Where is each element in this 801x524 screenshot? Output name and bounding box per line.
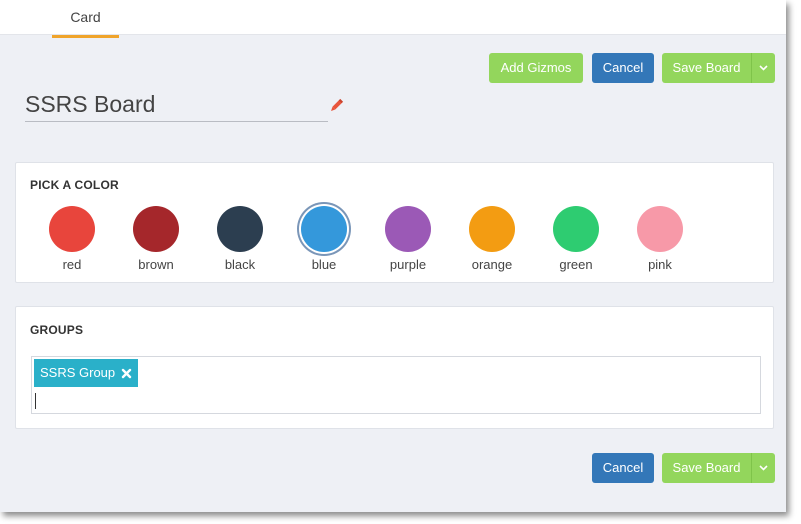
cancel-button[interactable]: Cancel: [592, 53, 654, 83]
color-swatch-label: red: [62, 257, 82, 272]
color-swatch-brown[interactable]: [133, 206, 179, 252]
tab-bar: Card: [0, 0, 786, 38]
footer-save-board-button[interactable]: Save Board: [662, 453, 751, 483]
color-swatch-purple[interactable]: [385, 206, 431, 252]
color-swatch-pink[interactable]: [637, 206, 683, 252]
group-tag-label: SSRS Group: [40, 365, 116, 380]
color-swatch-label: blue: [311, 257, 337, 272]
footer-save-board-split-button: Save Board: [662, 453, 775, 483]
save-options-dropdown[interactable]: [751, 53, 775, 83]
color-swatch-label: black: [224, 257, 256, 272]
color-swatch-blue[interactable]: [301, 206, 347, 252]
pencil-icon[interactable]: [328, 98, 344, 114]
chevron-down-icon: [759, 65, 768, 71]
color-swatch-label: purple: [389, 257, 427, 272]
color-swatch-orange[interactable]: [469, 206, 515, 252]
save-board-button[interactable]: Save Board: [662, 53, 751, 83]
close-icon[interactable]: [121, 368, 132, 379]
board-editor-window: Card Add Gizmos Cancel Save Board SSRS B…: [0, 0, 786, 512]
color-swatch-label: orange: [471, 257, 513, 272]
group-tag: SSRS Group: [34, 359, 139, 387]
color-swatch-black[interactable]: [217, 206, 263, 252]
color-swatch-label: green: [559, 257, 593, 272]
color-swatch-label: pink: [648, 257, 672, 272]
color-swatch-green[interactable]: [553, 206, 599, 252]
footer-save-options-dropdown[interactable]: [751, 453, 775, 483]
color-swatch-label: brown: [138, 257, 174, 272]
board-title-field[interactable]: SSRS Board: [25, 88, 328, 122]
board-title: SSRS Board: [25, 91, 156, 117]
chevron-down-icon: [759, 465, 768, 471]
groups-panel-title: GROUPS: [30, 323, 84, 337]
color-swatch-red[interactable]: [49, 206, 95, 252]
groups-input[interactable]: SSRS Group: [31, 356, 761, 414]
text-cursor: [35, 393, 36, 409]
tab-card[interactable]: Card: [52, 0, 119, 38]
save-board-split-button: Save Board: [662, 53, 775, 83]
color-panel-title: PICK A COLOR: [30, 178, 119, 192]
footer-cancel-button[interactable]: Cancel: [592, 453, 654, 483]
add-gizmos-button[interactable]: Add Gizmos: [489, 53, 583, 83]
